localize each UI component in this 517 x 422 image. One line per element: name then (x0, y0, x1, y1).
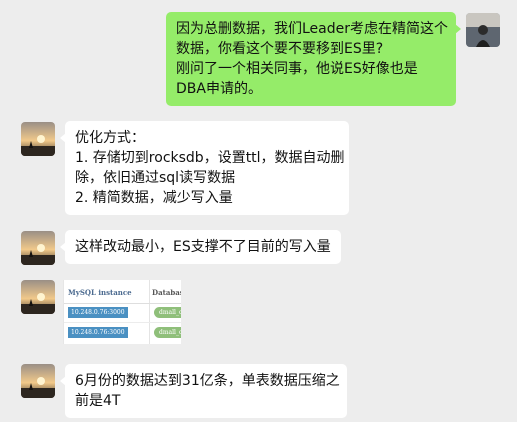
message-line: 除，依旧通过sql读写数据 (75, 170, 236, 186)
database-tag: dmall_da (154, 307, 181, 318)
message-line: 前是4T (75, 393, 121, 409)
row-divider (64, 322, 181, 323)
column-header-mysql-instance: MySQL instance (68, 288, 132, 297)
contact-avatar[interactable] (21, 280, 55, 314)
database-tag: dmall_da (154, 327, 181, 338)
column-header-database: Database (152, 288, 181, 297)
message-line: 6月份的数据达到31亿条，单表数据压缩之 (75, 373, 340, 389)
instance-tag: 10.248.0.76:3000 (68, 327, 128, 338)
table-header: MySQL instance Database (64, 280, 181, 304)
contact-avatar[interactable] (21, 122, 55, 156)
message-line: 2. 精简数据，减少写入量 (75, 190, 233, 206)
instance-tag: 10.248.0.76:3000 (68, 307, 128, 318)
message-bubble-incoming[interactable]: 6月份的数据达到31亿条，单表数据压缩之 前是4T (60, 364, 347, 418)
message-bubble-outgoing[interactable]: 因为总删数据，我们Leader考虑在精简这个 数据，你看这个要不要移到ES里? … (166, 12, 461, 106)
image-message-mysql-table[interactable]: MySQL instance Database 10.248.0.76:3000… (63, 280, 181, 344)
message-line: 优化方式： (75, 130, 145, 146)
message-line: DBA申请的。 (176, 81, 262, 97)
message-bubble-incoming[interactable]: 优化方式： 1. 存储切到rocksdb，设置ttl，数据自动删 除，依旧通过s… (60, 121, 349, 215)
message-line: 刚问了一个相关同事，他说ES好像也是 (176, 61, 418, 77)
table-row: 10.248.0.76:3000 dmall_da (64, 305, 181, 323)
message-line: 这样改动最小，ES支撑不了目前的写入量 (75, 239, 331, 255)
message-line: 因为总删数据，我们Leader考虑在精简这个 (176, 21, 449, 37)
message-bubble-incoming[interactable]: 这样改动最小，ES支撑不了目前的写入量 (60, 230, 341, 264)
my-avatar[interactable] (466, 13, 500, 47)
contact-avatar[interactable] (21, 364, 55, 398)
contact-avatar[interactable] (21, 231, 55, 265)
message-line: 1. 存储切到rocksdb，设置ttl，数据自动删 (75, 150, 345, 166)
message-line: 数据，你看这个要不要移到ES里? (176, 41, 384, 57)
table-row: 10.248.0.76:3000 dmall_da (64, 325, 181, 343)
